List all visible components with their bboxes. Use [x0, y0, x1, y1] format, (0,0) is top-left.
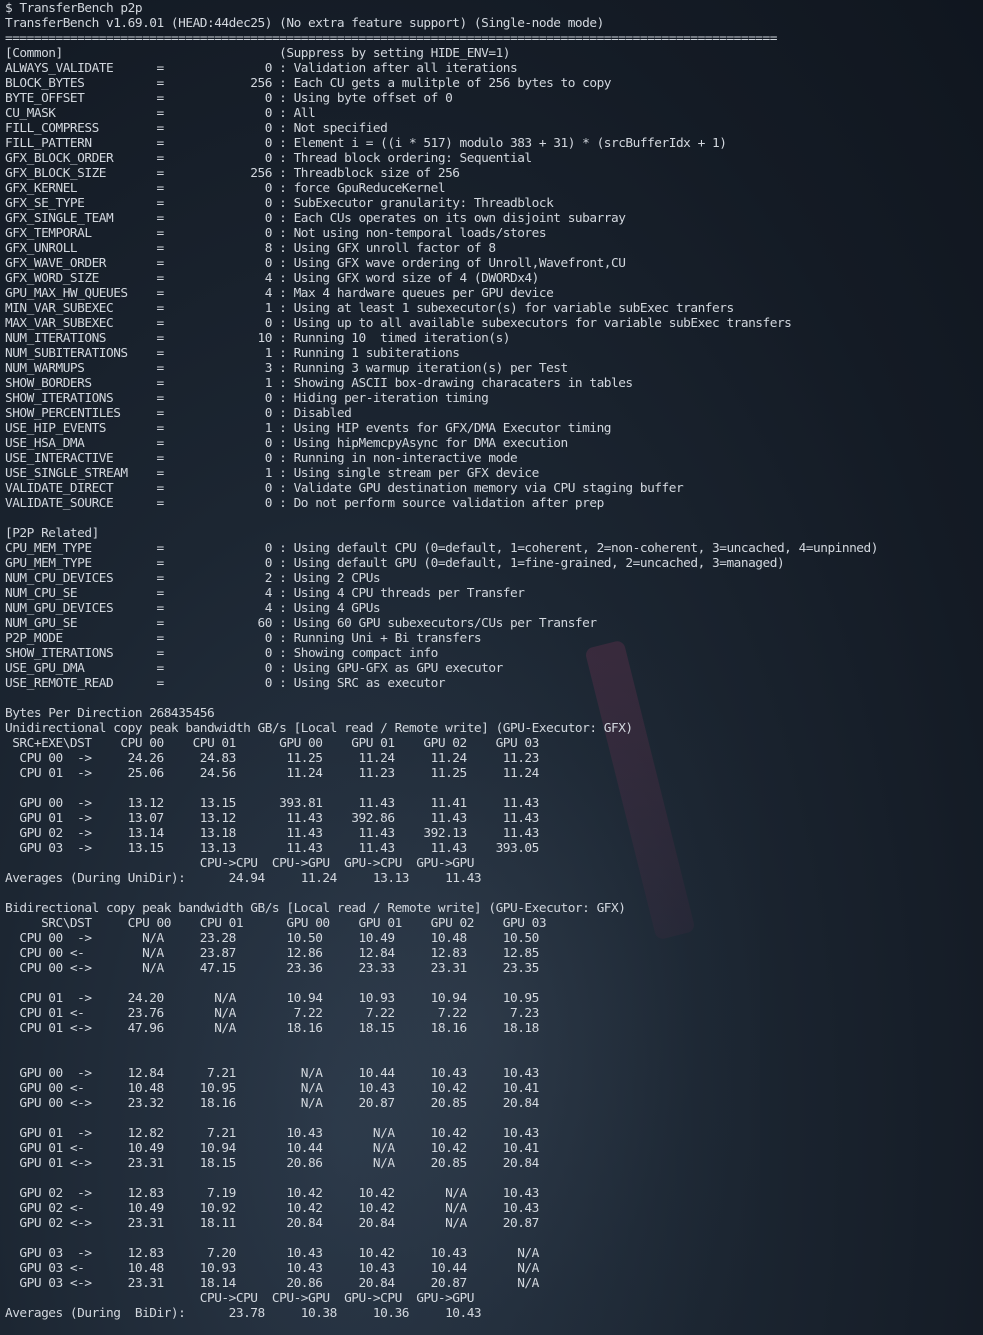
- terminal-line: BLOCK_BYTES = 256 : Each CU gets a mulit…: [5, 76, 612, 91]
- terminal-line: NUM_CPU_DEVICES = 2 : Using 2 CPUs: [5, 571, 381, 586]
- terminal-line: Bytes Per Direction 268435456: [5, 706, 215, 721]
- terminal-line: NUM_ITERATIONS = 10 : Running 10 timed i…: [5, 331, 511, 346]
- terminal-line: CPU->CPU CPU->GPU GPU->CPU GPU->GPU: [5, 1291, 475, 1306]
- terminal-line: ========================================…: [5, 31, 777, 46]
- terminal-line: Bidirectional copy peak bandwidth GB/s […: [5, 901, 626, 916]
- terminal-line: NUM_GPU_SE = 60 : Using 60 GPU subexecut…: [5, 616, 597, 631]
- terminal-line: VALIDATE_SOURCE = 0 : Do not perform sou…: [5, 496, 604, 511]
- terminal-line: SRC\DST CPU 00 CPU 01 GPU 00 GPU 01 GPU …: [5, 916, 547, 931]
- terminal-line: GPU 02 <- 10.49 10.92 10.42 10.42 N/A 10…: [5, 1201, 539, 1216]
- terminal-line: GFX_WAVE_ORDER = 0 : Using GFX wave orde…: [5, 256, 626, 271]
- terminal-line: Unidirectional copy peak bandwidth GB/s …: [5, 721, 633, 736]
- terminal-line: GPU 03 -> 13.15 13.13 11.43 11.43 11.43 …: [5, 841, 539, 856]
- terminal-line: CPU->CPU CPU->GPU GPU->CPU GPU->GPU: [5, 856, 475, 871]
- terminal-line: GPU 03 <- 10.48 10.93 10.43 10.43 10.44 …: [5, 1261, 539, 1276]
- terminal-line: MIN_VAR_SUBEXEC = 1 : Using at least 1 s…: [5, 301, 734, 316]
- terminal-line: SHOW_PERCENTILES = 0 : Disabled: [5, 406, 352, 421]
- terminal-line: USE_GPU_DMA = 0 : Using GPU-GFX as GPU e…: [5, 661, 503, 676]
- terminal-line: USE_INTERACTIVE = 0 : Running in non-int…: [5, 451, 518, 466]
- terminal-line: GFX_WORD_SIZE = 4 : Using GFX word size …: [5, 271, 539, 286]
- terminal-line: [5, 1111, 983, 1126]
- terminal-line: [5, 1036, 983, 1051]
- terminal-line: [5, 691, 983, 706]
- terminal-line: CPU 01 <-> 47.96 N/A 18.16 18.15 18.16 1…: [5, 1021, 539, 1036]
- terminal-line: GPU 02 -> 12.83 7.19 10.42 10.42 N/A 10.…: [5, 1186, 539, 1201]
- terminal-line: NUM_GPU_DEVICES = 4 : Using 4 GPUs: [5, 601, 381, 616]
- terminal-line: GPU_MAX_HW_QUEUES = 4 : Max 4 hardware q…: [5, 286, 554, 301]
- terminal-line: [5, 781, 983, 796]
- terminal-line: GFX_BLOCK_SIZE = 256 : Threadblock size …: [5, 166, 460, 181]
- terminal-line: CU_MASK = 0 : All: [5, 106, 316, 121]
- terminal-line: CPU 01 <- 23.76 N/A 7.22 7.22 7.22 7.23: [5, 1006, 539, 1021]
- terminal-line: CPU 00 -> 24.26 24.83 11.25 11.24 11.24 …: [5, 751, 539, 766]
- command-prompt-line: $ TransferBench p2p: [5, 1, 143, 16]
- terminal-line: GFX_TEMPORAL = 0 : Not using non-tempora…: [5, 226, 547, 241]
- terminal-line: USE_REMOTE_READ = 0 : Using SRC as execu…: [5, 676, 446, 691]
- terminal-line: [5, 1051, 983, 1066]
- terminal-line: GFX_SINGLE_TEAM = 0 : Each CUs operates …: [5, 211, 626, 226]
- terminal-line: SHOW_ITERATIONS = 0 : Showing compact in…: [5, 646, 438, 661]
- terminal-line: [5, 886, 983, 901]
- terminal-line: [5, 1231, 983, 1246]
- terminal-line: GPU 02 -> 13.14 13.18 11.43 11.43 392.13…: [5, 826, 539, 841]
- terminal-line: [5, 511, 983, 526]
- terminal-line: CPU_MEM_TYPE = 0 : Using default CPU (0=…: [5, 541, 878, 556]
- terminal-line: MAX_VAR_SUBEXEC = 0 : Using up to all av…: [5, 316, 792, 331]
- terminal-line: SRC+EXE\DST CPU 00 CPU 01 GPU 00 GPU 01 …: [5, 736, 539, 751]
- terminal-line: GFX_KERNEL = 0 : force GpuReduceKernel: [5, 181, 446, 196]
- terminal-line: GPU 01 <-> 23.31 18.15 20.86 N/A 20.85 2…: [5, 1156, 539, 1171]
- terminal-line: [5, 1171, 983, 1186]
- terminal-line: GPU 00 <-> 23.32 18.16 N/A 20.87 20.85 2…: [5, 1096, 539, 1111]
- terminal-line: SHOW_ITERATIONS = 0 : Hiding per-iterati…: [5, 391, 489, 406]
- terminal-line: CPU 00 <- N/A 23.87 12.86 12.84 12.83 12…: [5, 946, 539, 961]
- terminal-line: CPU 01 -> 25.06 24.56 11.24 11.23 11.25 …: [5, 766, 539, 781]
- terminal-line: FILL_PATTERN = 0 : Element i = ((i * 517…: [5, 136, 727, 151]
- terminal-line: GFX_UNROLL = 8 : Using GFX unroll factor…: [5, 241, 496, 256]
- terminal-line: NUM_WARMUPS = 3 : Running 3 warmup itera…: [5, 361, 568, 376]
- terminal-line: [P2P Related]: [5, 526, 99, 541]
- terminal-line: CPU 00 <-> N/A 47.15 23.36 23.33 23.31 2…: [5, 961, 539, 976]
- terminal-line: GPU 01 <- 10.49 10.94 10.44 N/A 10.42 10…: [5, 1141, 539, 1156]
- terminal-line: P2P_MODE = 0 : Running Uni + Bi transfer…: [5, 631, 482, 646]
- terminal-line: USE_SINGLE_STREAM = 1 : Using single str…: [5, 466, 539, 481]
- terminal-line: VALIDATE_DIRECT = 0 : Validate GPU desti…: [5, 481, 684, 496]
- terminal-line: [5, 976, 983, 991]
- terminal-line: GPU_MEM_TYPE = 0 : Using default GPU (0=…: [5, 556, 785, 571]
- terminal-line: Averages (During BiDir): 23.78 10.38 10.…: [5, 1306, 482, 1321]
- terminal-line: TransferBench v1.69.01 (HEAD:44dec25) (N…: [5, 16, 604, 31]
- terminal-line: USE_HSA_DMA = 0 : Using hipMemcpyAsync f…: [5, 436, 568, 451]
- terminal-line: FILL_COMPRESS = 0 : Not specified: [5, 121, 388, 136]
- terminal-line: CPU 01 -> 24.20 N/A 10.94 10.93 10.94 10…: [5, 991, 539, 1006]
- terminal-output[interactable]: $ TransferBench p2p TransferBench v1.69.0…: [0, 0, 983, 1335]
- terminal-line: ALWAYS_VALIDATE = 0 : Validation after a…: [5, 61, 518, 76]
- terminal-line: USE_HIP_EVENTS = 1 : Using HIP events fo…: [5, 421, 612, 436]
- terminal-line: GPU 01 -> 13.07 13.12 11.43 392.86 11.43…: [5, 811, 539, 826]
- terminal-line: SHOW_BORDERS = 1 : Showing ASCII box-dra…: [5, 376, 633, 391]
- terminal-line: GPU 00 -> 12.84 7.21 N/A 10.44 10.43 10.…: [5, 1066, 539, 1081]
- terminal-line: GPU 03 <-> 23.31 18.14 20.86 20.84 20.87…: [5, 1276, 539, 1291]
- terminal-line: Averages (During UniDir): 24.94 11.24 13…: [5, 871, 482, 886]
- terminal-line: GPU 02 <-> 23.31 18.11 20.84 20.84 N/A 2…: [5, 1216, 539, 1231]
- terminal-line: GPU 00 <- 10.48 10.95 N/A 10.43 10.42 10…: [5, 1081, 539, 1096]
- terminal-line: BYTE_OFFSET = 0 : Using byte offset of 0: [5, 91, 453, 106]
- terminal-line: GPU 01 -> 12.82 7.21 10.43 N/A 10.42 10.…: [5, 1126, 539, 1141]
- terminal-line: NUM_SUBITERATIONS = 1 : Running 1 subite…: [5, 346, 460, 361]
- terminal-line: GFX_BLOCK_ORDER = 0 : Thread block order…: [5, 151, 532, 166]
- terminal-line: GPU 03 -> 12.83 7.20 10.43 10.42 10.43 N…: [5, 1246, 539, 1261]
- terminal-line: [Common] (Suppress by setting HIDE_ENV=1…: [5, 46, 511, 61]
- terminal-line: GFX_SE_TYPE = 0 : SubExecutor granularit…: [5, 196, 554, 211]
- terminal-line: NUM_CPU_SE = 4 : Using 4 CPU threads per…: [5, 586, 525, 601]
- terminal-line: CPU 00 -> N/A 23.28 10.50 10.49 10.48 10…: [5, 931, 539, 946]
- terminal-line: GPU 00 -> 13.12 13.15 393.81 11.43 11.41…: [5, 796, 539, 811]
